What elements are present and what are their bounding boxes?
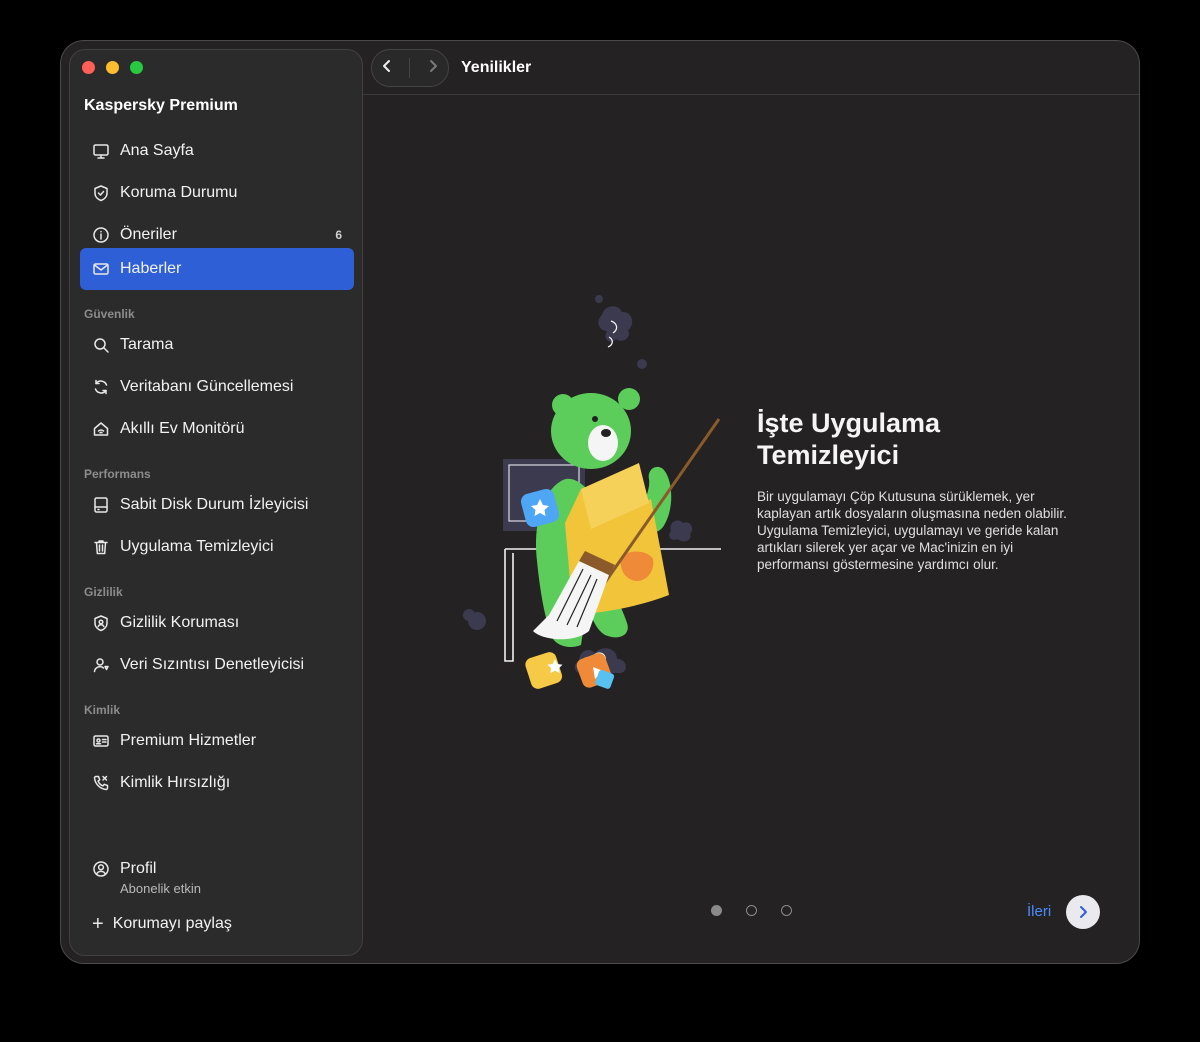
profile-item[interactable]: Profil Abonelik etkin (92, 860, 201, 896)
info-icon (92, 226, 110, 244)
next-link[interactable]: İleri (1027, 903, 1051, 920)
forward-button[interactable] (426, 59, 440, 78)
nav-divider (409, 58, 411, 78)
section-label-identity: Kimlik (84, 703, 121, 717)
sidebar-item-database-update[interactable]: Veritabanı Güncellemesi (80, 366, 354, 408)
search-icon (92, 336, 110, 354)
close-window-button[interactable] (82, 61, 95, 74)
sidebar-item-scan[interactable]: Tarama (80, 324, 354, 366)
next-button[interactable] (1066, 895, 1100, 929)
envelope-icon (92, 260, 110, 278)
subscription-status: Abonelik etkin (120, 881, 201, 896)
section-label-security: Güvenlik (84, 307, 135, 321)
section-label-performance: Performans (84, 467, 151, 481)
share-protection-label: Korumayı paylaş (112, 915, 232, 932)
page-indicator (711, 905, 792, 916)
sidebar-item-privacy-protection[interactable]: Gizlilik Koruması (80, 602, 354, 644)
sidebar-item-label: Haberler (120, 260, 182, 277)
window-controls (82, 61, 143, 74)
sidebar-item-app-cleaner[interactable]: Uygulama Temizleyici (80, 526, 354, 568)
sidebar-item-label: Öneriler (120, 226, 177, 243)
back-button[interactable] (380, 59, 394, 78)
page-title: Yenilikler (461, 59, 532, 76)
sidebar-item-data-leak-checker[interactable]: Veri Sızıntısı Denetleyicisi (80, 644, 354, 686)
phone-icon (92, 774, 110, 792)
feature-headline: İşte Uygulama Temizleyici (757, 408, 941, 470)
sidebar-item-label: Ana Sayfa (120, 142, 194, 159)
sidebar-item-label: Veri Sızıntısı Denetleyicisi (120, 656, 305, 673)
disk-icon (92, 496, 110, 514)
sidebar: Kaspersky Premium Ana Sayfa Koruma Durum… (69, 49, 363, 956)
monitor-icon (92, 142, 110, 160)
chevron-right-icon (1080, 906, 1087, 918)
home-wifi-icon (92, 420, 110, 438)
user-circle-icon (92, 860, 110, 896)
sidebar-item-label: Sabit Disk Durum İzleyicisi (120, 496, 309, 513)
shield-icon (92, 184, 110, 202)
sidebar-item-protection-status[interactable]: Koruma Durumu (80, 172, 354, 214)
share-protection-button[interactable]: + Korumayı paylaş (92, 914, 232, 934)
sidebar-item-label: Tarama (120, 336, 174, 353)
sidebar-item-label: Gizlilik Koruması (120, 614, 240, 631)
sidebar-item-smart-home[interactable]: Akıllı Ev Monitörü (80, 408, 354, 450)
sidebar-item-identity-theft[interactable]: Kimlik Hırsızlığı (80, 762, 354, 804)
sidebar-item-disk-monitor[interactable]: Sabit Disk Durum İzleyicisi (80, 484, 354, 526)
app-window: Kaspersky Premium Ana Sayfa Koruma Durum… (60, 40, 1140, 964)
sidebar-item-label: Veritabanı Güncellemesi (120, 378, 294, 395)
refresh-icon (92, 378, 110, 396)
privacy-shield-icon (92, 614, 110, 632)
sidebar-item-label: Kimlik Hırsızlığı (120, 774, 231, 791)
history-nav (371, 49, 449, 87)
sidebar-item-label: Koruma Durumu (120, 184, 238, 201)
top-bar: Yenilikler (363, 41, 1139, 95)
profile-name: Profil (120, 860, 157, 877)
chevron-left-icon (382, 59, 390, 72)
page-dot-1[interactable] (711, 905, 722, 916)
id-card-icon (92, 732, 110, 750)
sidebar-item-label: Premium Hizmetler (120, 732, 257, 749)
bear-cleaning-illustration (463, 295, 721, 689)
chevron-right-icon (430, 59, 438, 72)
page-dot-2[interactable] (746, 905, 757, 916)
sidebar-item-premium-services[interactable]: Premium Hizmetler (80, 720, 354, 762)
feature-description: Bir uygulamayı Çöp Kutusuna sürüklemek, … (757, 489, 1067, 572)
page-dot-3[interactable] (781, 905, 792, 916)
sidebar-item-label: Akıllı Ev Monitörü (120, 420, 245, 437)
user-alert-icon (92, 656, 110, 674)
trash-icon (92, 538, 110, 556)
plus-icon: + (92, 913, 104, 935)
zoom-window-button[interactable] (130, 61, 143, 74)
sidebar-item-label: Uygulama Temizleyici (120, 538, 274, 555)
sidebar-item-news[interactable]: Haberler (80, 248, 354, 290)
recommendations-count-badge: 6 (335, 228, 342, 242)
minimize-window-button[interactable] (106, 61, 119, 74)
sidebar-item-home[interactable]: Ana Sayfa (80, 130, 354, 172)
section-label-privacy: Gizlilik (84, 585, 123, 599)
app-title: Kaspersky Premium (84, 97, 238, 114)
